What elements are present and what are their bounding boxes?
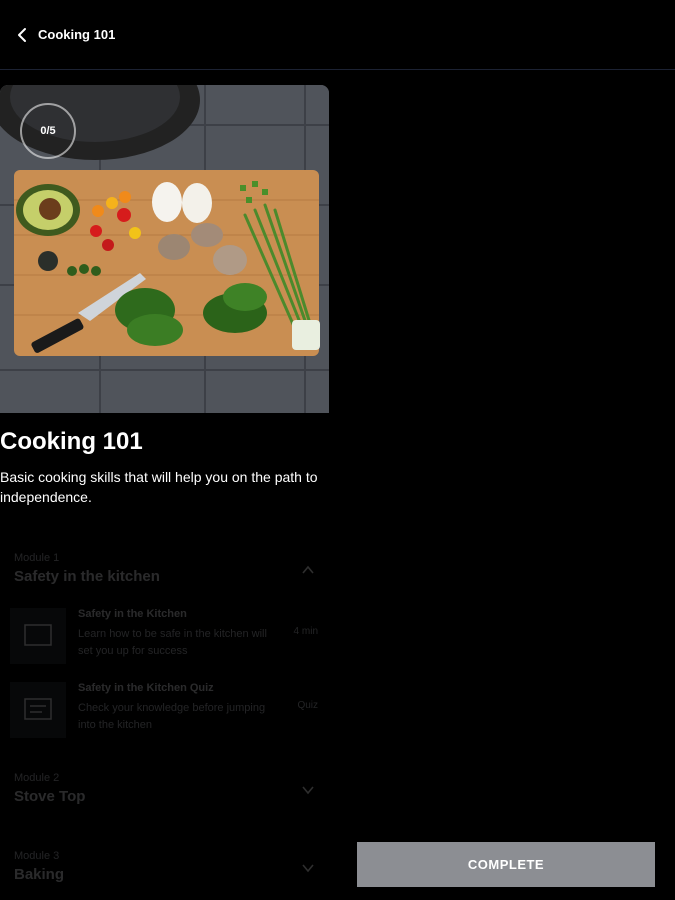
- progress-indicator: 0/5: [20, 103, 76, 159]
- back-arrow-icon[interactable]: [14, 26, 32, 44]
- lesson-type: Quiz: [297, 700, 318, 711]
- module-name: Safety in the kitchen: [14, 568, 160, 585]
- module-label: Module 2: [14, 772, 60, 784]
- chevron-down-icon[interactable]: [300, 782, 316, 798]
- lesson-item[interactable]: Safety in the Kitchen Learn how to be sa…: [0, 600, 330, 674]
- chevron-up-icon[interactable]: [300, 562, 316, 578]
- complete-button[interactable]: COMPLETE: [357, 842, 655, 887]
- lesson-item[interactable]: Safety in the Kitchen Quiz Check your kn…: [0, 674, 330, 748]
- module-header[interactable]: Module 1 Safety in the kitchen: [0, 540, 330, 600]
- course-description: Basic cooking skills that will help you …: [0, 469, 318, 505]
- video-thumbnail: [10, 608, 66, 664]
- module-header[interactable]: Module 2 Stove Top: [0, 760, 330, 820]
- lesson-duration: 4 min: [293, 626, 318, 637]
- module-list: Module 1 Safety in the kitchen Safety in…: [0, 540, 330, 898]
- quiz-thumbnail: [10, 682, 66, 738]
- video-icon: [24, 624, 52, 646]
- course-title: Cooking 101: [0, 428, 143, 455]
- module-label: Module 3: [14, 850, 60, 862]
- lesson-title: Safety in the Kitchen: [78, 608, 187, 620]
- lesson-description: Check your knowledge before jumping into…: [78, 702, 266, 731]
- page-title: Cooking 101: [38, 27, 116, 42]
- module-name: Baking: [14, 866, 65, 883]
- module-header[interactable]: Module 3 Baking: [0, 838, 330, 898]
- lesson-description: Learn how to be safe in the kitchen will…: [78, 628, 267, 657]
- module-name: Stove Top: [14, 788, 86, 805]
- quiz-icon: [24, 698, 52, 720]
- module-label: Module 1: [14, 552, 60, 564]
- top-bar: Cooking 101: [0, 0, 675, 70]
- chevron-down-icon[interactable]: [300, 860, 316, 876]
- lesson-title: Safety in the Kitchen Quiz: [78, 682, 214, 694]
